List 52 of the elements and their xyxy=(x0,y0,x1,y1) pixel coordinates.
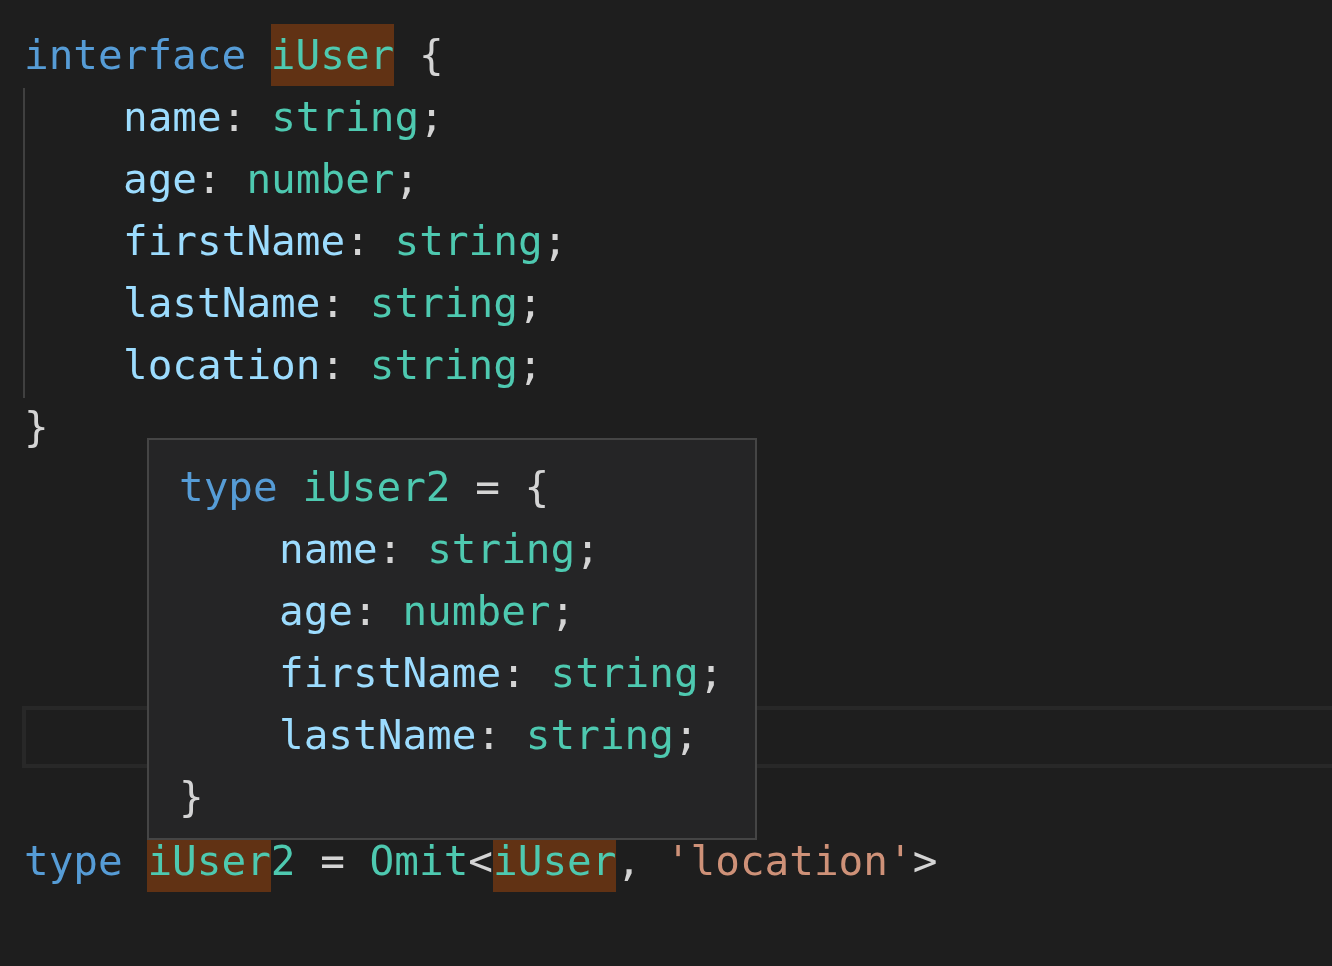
code-token: ; xyxy=(698,648,724,699)
code-token: string xyxy=(550,648,699,699)
code-token: : xyxy=(197,154,223,205)
code-token: age xyxy=(279,586,354,637)
code-token: ; xyxy=(550,586,576,637)
code-token: : xyxy=(377,524,404,575)
code-token: string xyxy=(394,216,543,267)
code-token: lastName xyxy=(123,278,321,329)
code-token: firstName xyxy=(123,216,346,267)
code-token: ; xyxy=(419,92,444,143)
code-token: { xyxy=(417,30,444,81)
code-token: = { xyxy=(474,462,550,513)
code-token: } xyxy=(179,772,204,823)
code-token: string xyxy=(271,92,420,143)
code-token: firstName xyxy=(279,648,502,699)
code-token: : xyxy=(320,340,347,391)
code-token: iUser2 xyxy=(302,462,451,513)
code-token: < xyxy=(468,836,494,887)
code-token: string xyxy=(369,278,518,329)
code-token: number xyxy=(246,154,395,205)
code-token: } xyxy=(24,402,49,453)
code-token: : xyxy=(345,216,371,267)
code-token: age xyxy=(123,154,198,205)
code-token: type xyxy=(179,462,279,513)
code-token: ; xyxy=(517,340,543,391)
code-token: : xyxy=(353,586,379,637)
code-token: interface xyxy=(24,30,248,81)
code-token: ; xyxy=(394,154,420,205)
code-token: ; xyxy=(673,710,699,761)
code-token: iUser xyxy=(270,24,395,86)
code-token: string xyxy=(427,524,576,575)
code-token: Omit xyxy=(369,836,469,887)
code-token: : xyxy=(476,710,503,761)
code-token: ; xyxy=(542,216,568,267)
code-token: 2 xyxy=(270,836,296,887)
code-token: = xyxy=(319,836,346,887)
code-token: lastName xyxy=(279,710,477,761)
code-token: ; xyxy=(575,524,600,575)
code-token: : xyxy=(221,92,248,143)
code-token: : xyxy=(501,648,527,699)
code-token: > xyxy=(912,836,938,887)
code-token: string xyxy=(525,710,674,761)
code-token: location xyxy=(123,340,321,391)
code-token: number xyxy=(402,586,551,637)
code-token: string xyxy=(369,340,518,391)
code-token: : xyxy=(320,278,347,329)
code-token: type xyxy=(24,836,124,887)
code-token: , xyxy=(616,836,643,887)
code-token: 'location' xyxy=(665,836,913,887)
code-token: ; xyxy=(517,278,543,329)
code-token: name xyxy=(123,92,222,143)
code-token: name xyxy=(279,524,378,575)
